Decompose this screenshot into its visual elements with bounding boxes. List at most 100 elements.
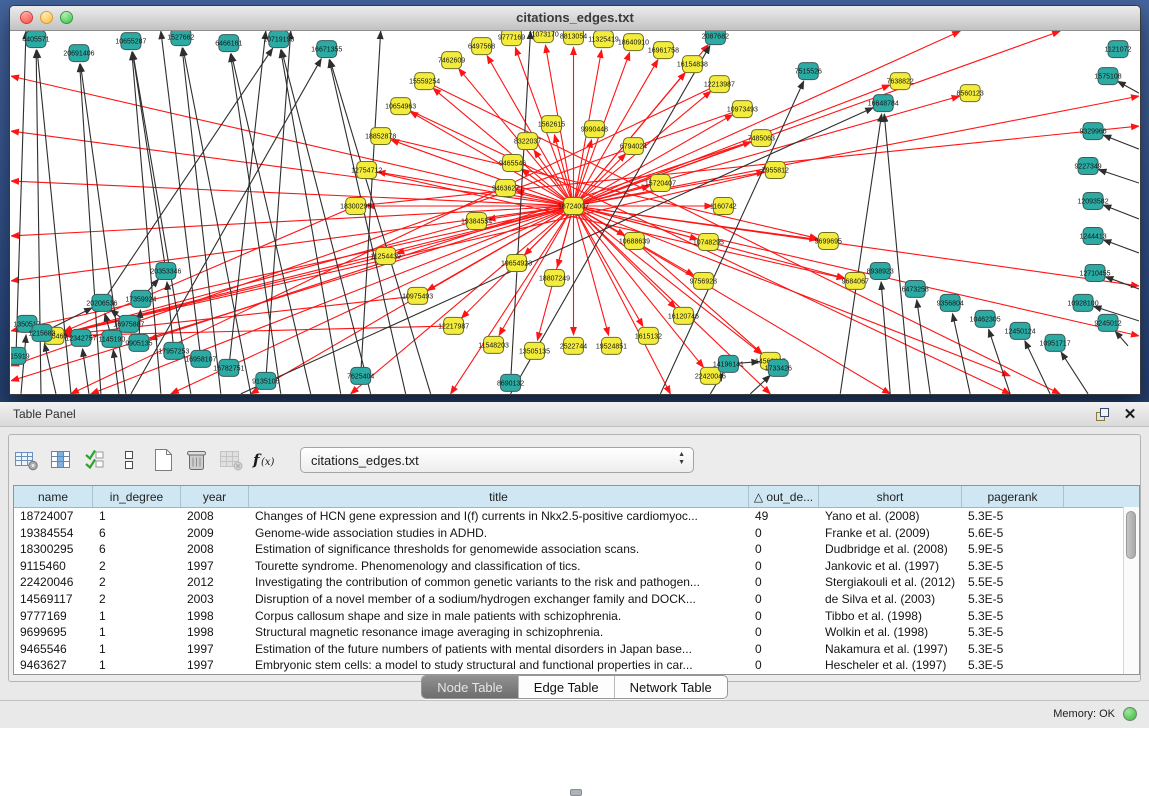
- graph-node[interactable]: 1575108: [1094, 68, 1121, 85]
- table-cell[interactable]: Genome-wide association studies in ADHD.: [249, 525, 749, 542]
- tab-edge-table[interactable]: Edge Table: [518, 676, 614, 698]
- table-cell[interactable]: 1: [93, 508, 181, 525]
- graph-node[interactable]: 1733426: [765, 359, 792, 376]
- graph-node[interactable]: 6466161: [215, 35, 242, 52]
- graph-node[interactable]: 18640910: [618, 34, 649, 51]
- graph-edge[interactable]: [660, 81, 803, 394]
- table-cell[interactable]: 5.3E-5: [962, 624, 1064, 641]
- table-cell[interactable]: 2012: [181, 574, 249, 591]
- table-cell[interactable]: 0: [749, 608, 819, 625]
- graph-edge[interactable]: [1061, 352, 1088, 394]
- table-cell[interactable]: Disruption of a novel member of a sodium…: [249, 591, 749, 608]
- graph-edge[interactable]: [167, 282, 174, 351]
- network-canvas[interactable]: 1872400711607421074829597569281612074616…: [11, 31, 1139, 394]
- table-cell[interactable]: 18300295: [14, 541, 93, 558]
- graph-node[interactable]: 13505135: [519, 342, 550, 359]
- table-cell[interactable]: Wolkin et al. (1998): [819, 624, 962, 641]
- graph-node[interactable]: 9990448: [581, 121, 608, 138]
- graph-node[interactable]: 16958107: [185, 350, 216, 367]
- graph-node[interactable]: 8560123: [957, 85, 984, 102]
- graph-node[interactable]: 18300295: [340, 198, 371, 215]
- graph-node[interactable]: 16671355: [311, 41, 342, 58]
- table-cell[interactable]: 2: [93, 574, 181, 591]
- table-cell[interactable]: Jankovic et al. (1997): [819, 558, 962, 575]
- graph-node[interactable]: 12213987: [704, 76, 735, 93]
- graph-node[interactable]: 11325419: [588, 31, 619, 48]
- graph-node[interactable]: 1527662: [167, 31, 194, 46]
- graph-node[interactable]: 12710455: [1079, 264, 1110, 281]
- table-cell[interactable]: 2003: [181, 591, 249, 608]
- graph-edge[interactable]: [11, 206, 574, 381]
- graph-node[interactable]: 9756928: [690, 272, 717, 289]
- table-cell[interactable]: 5.3E-5: [962, 608, 1064, 625]
- graph-edge[interactable]: [1103, 240, 1139, 253]
- graph-node[interactable]: 19654923: [501, 254, 532, 271]
- graph-node[interactable]: 9699695: [815, 232, 842, 249]
- graph-edge[interactable]: [574, 206, 609, 335]
- column-header[interactable]: △ out_de...: [749, 486, 819, 507]
- table-cell[interactable]: 0: [749, 641, 819, 658]
- column-header[interactable]: pagerank: [962, 486, 1064, 507]
- graph-edge[interactable]: [133, 52, 166, 271]
- column-header[interactable]: short: [819, 486, 962, 507]
- table-cell[interactable]: 2008: [181, 541, 249, 558]
- table-row[interactable]: 1456911722003Disruption of a novel membe…: [14, 591, 1139, 608]
- graph-node[interactable]: 10928100: [1068, 294, 1099, 311]
- table-cell[interactable]: 6: [93, 541, 181, 558]
- graph-node[interactable]: 6497568: [468, 38, 495, 55]
- function-builder-icon[interactable]: f (x): [250, 445, 280, 475]
- graph-node[interactable]: 6794024: [620, 138, 647, 155]
- graph-edge[interactable]: [881, 282, 890, 394]
- graph-node[interactable]: 10951717: [1040, 334, 1071, 351]
- graph-node[interactable]: 9356804: [937, 294, 964, 311]
- table-cell[interactable]: de Silva et al. (2003): [819, 591, 962, 608]
- table-cell[interactable]: Tibbo et al. (1998): [819, 608, 962, 625]
- graph-node[interactable]: 9905135: [125, 334, 152, 351]
- graph-edge[interactable]: [281, 50, 341, 394]
- graph-edge[interactable]: [1105, 277, 1139, 289]
- graph-node[interactable]: 9463627: [492, 180, 519, 197]
- column-header[interactable]: in_degree: [93, 486, 181, 507]
- graph-edge[interactable]: [989, 329, 1011, 394]
- graph-edge[interactable]: [884, 114, 910, 394]
- table-cell[interactable]: 1997: [181, 641, 249, 658]
- table-row[interactable]: 977716911998Corpus callosum shape and si…: [14, 608, 1139, 625]
- table-row[interactable]: 946362711997Embryonic stem cells: a mode…: [14, 657, 1139, 674]
- tab-network-table[interactable]: Network Table: [614, 676, 727, 698]
- table-cell[interactable]: 2008: [181, 508, 249, 525]
- graph-edge[interactable]: [16, 31, 26, 356]
- graph-edge[interactable]: [11, 206, 574, 281]
- table-cell[interactable]: Investigating the contribution of common…: [249, 574, 749, 591]
- trash-icon[interactable]: [182, 445, 212, 475]
- table-cell[interactable]: 1998: [181, 608, 249, 625]
- tab-node-table[interactable]: Node Table: [422, 676, 518, 698]
- graph-node[interactable]: 16648784: [868, 95, 899, 112]
- table-vertical-scrollbar[interactable]: [1123, 507, 1139, 674]
- graph-node[interactable]: 8813054: [560, 31, 587, 45]
- graph-node[interactable]: 10462305: [970, 310, 1001, 327]
- row-height-icon[interactable]: [114, 445, 144, 475]
- table-cell[interactable]: Changes of HCN gene expression and I(f) …: [249, 508, 749, 525]
- float-panel-icon[interactable]: [1093, 405, 1111, 423]
- graph-edge[interactable]: [183, 48, 251, 394]
- table-cell[interactable]: 1997: [181, 657, 249, 674]
- graph-node[interactable]: 9135106: [252, 372, 279, 389]
- table-cell[interactable]: 5.3E-5: [962, 641, 1064, 658]
- graph-node[interactable]: 8938923: [867, 262, 894, 279]
- graph-node[interactable]: 8322037: [514, 133, 541, 150]
- table-cell[interactable]: 14569117: [14, 591, 93, 608]
- table-cell[interactable]: Hescheler et al. (1997): [819, 657, 962, 674]
- graph-node[interactable]: 2522744: [560, 337, 587, 354]
- graph-node[interactable]: 7955812: [762, 162, 789, 179]
- table-cell[interactable]: 1: [93, 641, 181, 658]
- table-cell[interactable]: 0: [749, 624, 819, 641]
- graph-node[interactable]: 8690132: [497, 374, 524, 391]
- graph-edge[interactable]: [282, 50, 371, 394]
- table-cell[interactable]: 5.3E-5: [962, 558, 1064, 575]
- graph-node[interactable]: 9329966: [1079, 123, 1106, 140]
- table-cell[interactable]: Yano et al. (2008): [819, 508, 962, 525]
- table-cell[interactable]: 1: [93, 624, 181, 641]
- table-cell[interactable]: 1: [93, 657, 181, 674]
- table-cell[interactable]: Embryonic stem cells: a model to study s…: [249, 657, 749, 674]
- table-cell[interactable]: 9699695: [14, 624, 93, 641]
